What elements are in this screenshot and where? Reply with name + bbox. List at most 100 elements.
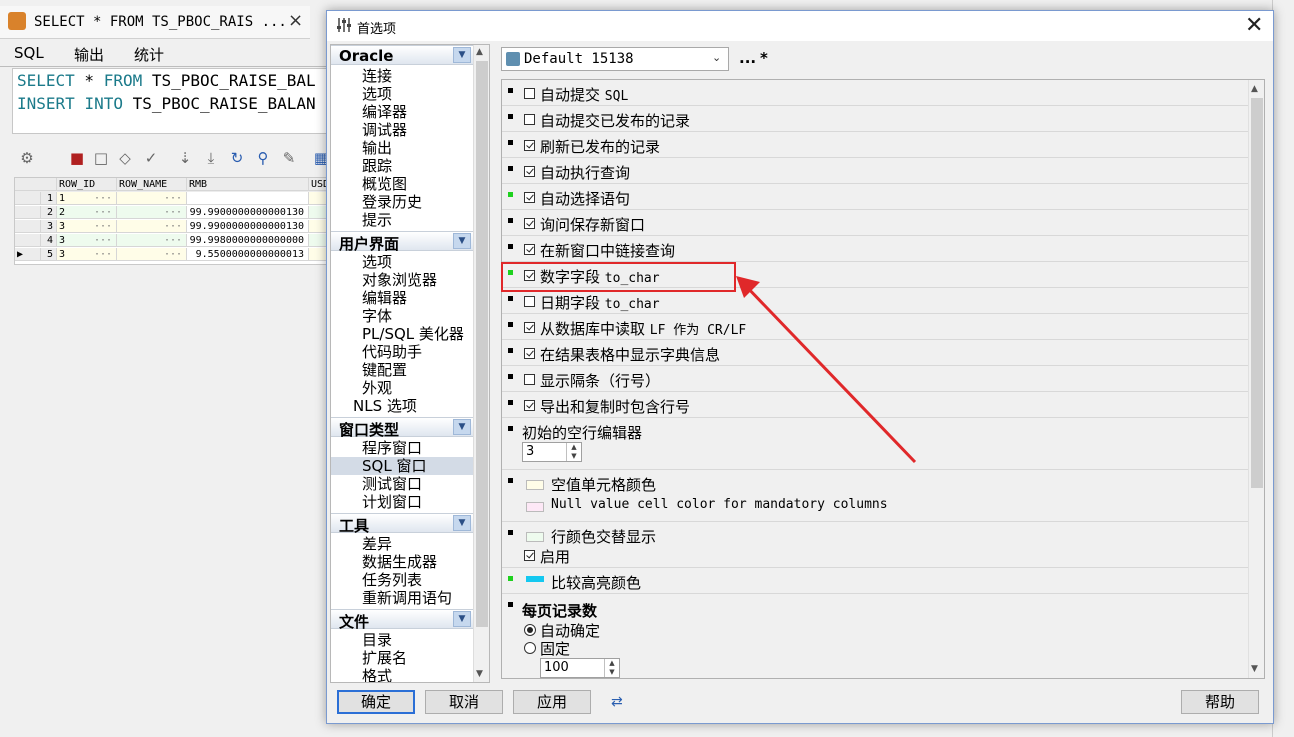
mandatory-color-label[interactable]: Null value cell color for mandatory colu… xyxy=(551,497,888,512)
option-label[interactable]: 刷新已发布的记录 xyxy=(540,136,660,157)
tab-statistics[interactable]: 统计 xyxy=(134,44,164,65)
find-icon[interactable]: ⚲ xyxy=(254,149,272,167)
table-row[interactable]: ▶ 5 3 ··· ··· 9.5500000000000013 xyxy=(15,248,329,262)
row-number[interactable]: 3 xyxy=(41,220,57,233)
tab-output[interactable]: 输出 xyxy=(74,44,104,65)
cell-row-name[interactable]: ··· xyxy=(117,248,187,261)
alt-row-enable-checkbox[interactable] xyxy=(524,550,535,561)
nav-item[interactable]: 输出 xyxy=(362,139,392,157)
editor-tab-title[interactable]: SELECT * FROM TS_PBOC_RAIS ... xyxy=(34,14,287,30)
cell-rmb[interactable]: 99.9900000000000130 xyxy=(187,220,309,233)
nav-item[interactable]: PL/SQL 美化器 xyxy=(362,325,464,343)
close-icon[interactable]: ✕ xyxy=(1245,13,1263,38)
nav-item[interactable]: 调试器 xyxy=(362,121,407,139)
clear-icon[interactable]: ✎ xyxy=(280,149,298,167)
delete-record-icon[interactable]: ◇ xyxy=(116,149,134,167)
nav-item[interactable]: 测试窗口 xyxy=(362,475,422,493)
stepper-arrows[interactable]: ▲ ▼ xyxy=(604,659,619,677)
row-number[interactable]: 5 xyxy=(41,248,57,261)
option-label[interactable]: 从数据库中读取 LF 作为 CR/LF xyxy=(540,318,746,339)
option-label[interactable]: 自动提交已发布的记录 xyxy=(540,110,690,131)
cell-row-name[interactable]: ··· xyxy=(117,234,187,247)
option-checkbox[interactable] xyxy=(524,296,535,307)
nav-item[interactable]: 外观 xyxy=(362,379,392,397)
option-checkbox[interactable] xyxy=(524,244,535,255)
option-label[interactable]: 询问保存新窗口 xyxy=(540,214,645,235)
cell-row-id[interactable]: 3 ··· xyxy=(57,220,117,233)
cell-ellipsis-button[interactable]: ··· xyxy=(94,248,112,260)
nav-item[interactable]: 登录历史 xyxy=(362,193,422,211)
nav-group-header[interactable]: 窗口类型 ▼ xyxy=(331,417,473,439)
table-row[interactable]: 1 1 ··· ··· xyxy=(15,192,329,206)
nav-item[interactable]: 对象浏览器 xyxy=(362,271,437,289)
nav-item[interactable]: 计划窗口 xyxy=(362,493,422,511)
records-fixed-radio[interactable] xyxy=(524,642,536,654)
row-marker[interactable] xyxy=(15,234,41,247)
cell-row-id[interactable]: 1 ··· xyxy=(57,192,117,205)
table-row[interactable]: 4 3 ··· ··· 99.9980000000000000 xyxy=(15,234,329,248)
collapse-icon[interactable]: ▼ xyxy=(453,47,471,63)
nav-group-header[interactable]: 用户界面 ▼ xyxy=(331,231,473,253)
profile-select[interactable]: Default 15138 ⌄ xyxy=(501,47,729,71)
nav-item[interactable]: SQL 窗口 xyxy=(331,457,473,475)
last-page-icon[interactable]: ⤓ xyxy=(202,149,220,167)
cell-rmb[interactable]: 9.5500000000000013 xyxy=(187,248,309,261)
profile-more-button[interactable]: ... xyxy=(739,49,756,67)
records-auto-radio[interactable] xyxy=(524,624,536,636)
lock-icon[interactable]: ■ xyxy=(68,149,86,167)
nav-item[interactable]: 目录 xyxy=(362,631,392,649)
cell-rmb[interactable]: 99.9980000000000000 xyxy=(187,234,309,247)
options-scroll-thumb[interactable] xyxy=(1251,98,1263,488)
insert-record-icon[interactable]: □ xyxy=(92,149,110,167)
mandatory-color-swatch[interactable] xyxy=(526,502,544,512)
cell-ellipsis-button[interactable]: ··· xyxy=(94,234,112,246)
option-checkbox[interactable] xyxy=(524,192,535,203)
row-marker[interactable]: ▶ xyxy=(15,248,41,261)
post-changes-icon[interactable]: ✓ xyxy=(142,149,160,167)
cell-row-id[interactable]: 3 ··· xyxy=(57,248,117,261)
collapse-icon[interactable]: ▼ xyxy=(453,419,471,435)
apply-button[interactable]: 应用 xyxy=(513,690,591,714)
scroll-down-icon[interactable]: ▼ xyxy=(476,669,483,679)
nav-scroll-thumb[interactable] xyxy=(476,61,488,627)
column-header[interactable]: ROW_ID xyxy=(57,178,117,191)
chevron-down-icon[interactable]: ⌄ xyxy=(712,51,721,64)
nav-group-header[interactable]: 工具 ▼ xyxy=(331,513,473,535)
cell-ellipsis-button[interactable]: ··· xyxy=(94,192,112,204)
alt-row-label[interactable]: 行颜色交替显示 xyxy=(551,526,656,547)
nav-scrollbar[interactable]: ▲ ▼ xyxy=(473,45,489,682)
row-marker[interactable] xyxy=(15,206,41,219)
option-label[interactable]: 自动执行查询 xyxy=(540,162,630,183)
table-row[interactable]: 2 2 ··· ··· 99.9900000000000130 xyxy=(15,206,329,220)
row-marker[interactable] xyxy=(15,192,41,205)
option-checkbox[interactable] xyxy=(524,166,535,177)
row-number[interactable]: 1 xyxy=(41,192,57,205)
cell-ellipsis-button[interactable]: ··· xyxy=(164,192,182,204)
column-header[interactable]: ROW_NAME xyxy=(117,178,187,191)
option-checkbox[interactable] xyxy=(524,140,535,151)
alt-row-color-swatch[interactable] xyxy=(526,532,544,542)
nav-item[interactable]: 编译器 xyxy=(362,103,407,121)
nav-item[interactable]: 重新调用语句 xyxy=(362,589,452,607)
nav-item[interactable]: 连接 xyxy=(362,67,392,85)
column-header[interactable]: RMB xyxy=(187,178,309,191)
compare-highlight-label[interactable]: 比较高亮颜色 xyxy=(551,572,641,593)
row-number[interactable]: 4 xyxy=(41,234,57,247)
option-checkbox[interactable] xyxy=(524,400,535,411)
refresh-icon[interactable]: ↻ xyxy=(228,149,246,167)
cell-ellipsis-button[interactable]: ··· xyxy=(164,206,182,218)
nav-item[interactable]: 差异 xyxy=(362,535,392,553)
option-label[interactable]: 在新窗口中链接查询 xyxy=(540,240,675,261)
tab-sql[interactable]: SQL xyxy=(14,44,44,62)
nav-item[interactable]: 跟踪 xyxy=(362,157,392,175)
empty-editors-stepper[interactable]: 3 ▲ ▼ xyxy=(522,442,582,462)
help-button[interactable]: 帮助 xyxy=(1181,690,1259,714)
alt-row-enable-label[interactable]: 启用 xyxy=(540,546,570,567)
collapse-icon[interactable]: ▼ xyxy=(453,233,471,249)
cell-ellipsis-button[interactable]: ··· xyxy=(94,206,112,218)
option-label[interactable]: 日期字段 to_char xyxy=(540,292,660,313)
nav-item[interactable]: 选项 xyxy=(362,253,392,271)
next-page-icon[interactable]: ⇣ xyxy=(176,149,194,167)
collapse-icon[interactable]: ▼ xyxy=(453,611,471,627)
option-checkbox[interactable] xyxy=(524,114,535,125)
